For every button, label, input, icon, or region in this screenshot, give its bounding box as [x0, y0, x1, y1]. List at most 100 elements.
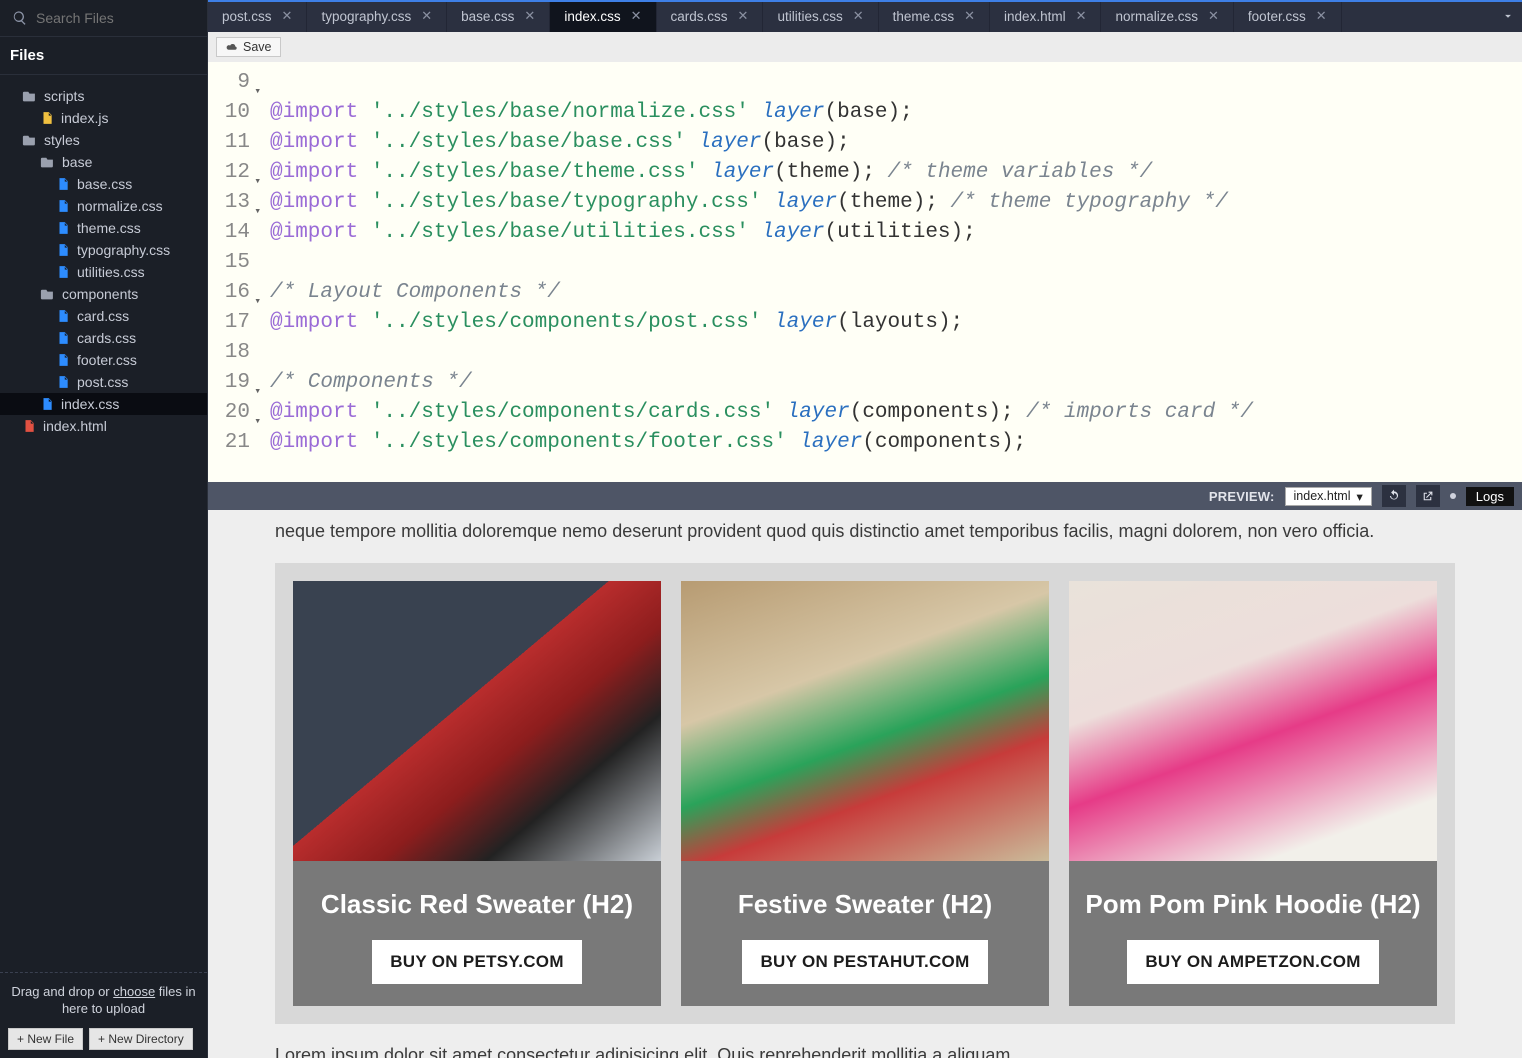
save-label: Save: [243, 40, 272, 54]
code-line[interactable]: [270, 68, 1522, 98]
cloud-icon: [225, 42, 238, 52]
close-icon[interactable]: ✕: [421, 8, 432, 24]
tree-item-label: index.html: [43, 418, 107, 434]
folder-scripts[interactable]: scripts: [0, 85, 207, 107]
close-icon[interactable]: ✕: [1208, 8, 1219, 24]
code-line[interactable]: @import '../styles/base/base.css' layer(…: [270, 128, 1522, 158]
close-icon[interactable]: ✕: [964, 8, 975, 24]
product-title: Pom Pom Pink Hoodie (H2): [1085, 889, 1420, 920]
folder-base[interactable]: base: [0, 151, 207, 173]
folder-icon: [22, 134, 37, 146]
logs-button[interactable]: Logs: [1466, 487, 1514, 506]
code-line[interactable]: @import '../styles/components/cards.css'…: [270, 398, 1522, 428]
fold-icon[interactable]: ▾: [254, 167, 261, 197]
code-line[interactable]: @import '../styles/base/typography.css' …: [270, 188, 1522, 218]
close-icon[interactable]: ✕: [1316, 8, 1327, 24]
code-line[interactable]: [270, 248, 1522, 278]
tab-post-css[interactable]: post.css✕: [208, 0, 307, 32]
sidebar: Files scriptsindex.jsstylesbasebase.cssn…: [0, 0, 208, 1058]
code-content[interactable]: @import '../styles/base/normalize.css' l…: [258, 62, 1522, 482]
close-icon[interactable]: ✕: [738, 8, 749, 24]
tab-index-css[interactable]: index.css✕: [550, 0, 656, 32]
tree-item-label: base: [62, 154, 92, 170]
sidebar-bottom: Drag and drop or choose files in here to…: [0, 972, 207, 1058]
fold-icon[interactable]: ▾: [254, 77, 261, 107]
file-index-css[interactable]: index.css: [0, 393, 207, 415]
file-base-css[interactable]: base.css: [0, 173, 207, 195]
buy-button[interactable]: BUY ON PETSY.COM: [372, 940, 582, 984]
product-image: [293, 581, 661, 861]
choose-link[interactable]: choose: [113, 984, 155, 999]
folder-components[interactable]: components: [0, 283, 207, 305]
file-normalize-css[interactable]: normalize.css: [0, 195, 207, 217]
buy-button[interactable]: BUY ON AMPETZON.COM: [1127, 940, 1378, 984]
folder-icon: [40, 288, 55, 300]
preview-file-select[interactable]: index.html ▾: [1285, 487, 1372, 506]
close-icon[interactable]: ✕: [524, 8, 535, 24]
file-cards-css[interactable]: cards.css: [0, 327, 207, 349]
file-index-html[interactable]: index.html: [0, 415, 207, 437]
code-editor[interactable]: 9▾101112▾13▾141516▾171819▾20▾21 @import …: [208, 62, 1522, 482]
code-line[interactable]: @import '../styles/base/normalize.css' l…: [270, 98, 1522, 128]
new-file-button[interactable]: + New File: [8, 1028, 83, 1050]
buy-button[interactable]: BUY ON PESTAHUT.COM: [742, 940, 987, 984]
close-icon[interactable]: ✕: [1076, 8, 1087, 24]
search-input[interactable]: [36, 10, 195, 26]
line-number: 19▾: [208, 368, 250, 398]
tab-utilities-css[interactable]: utilities.css ✕: [763, 0, 878, 32]
close-icon[interactable]: ✕: [631, 8, 642, 24]
tabs-overflow-button[interactable]: [1494, 0, 1522, 32]
open-external-button[interactable]: [1416, 485, 1440, 507]
fold-icon[interactable]: ▾: [254, 407, 261, 437]
tab-normalize-css[interactable]: normalize.css✕: [1101, 0, 1233, 32]
folder-styles[interactable]: styles: [0, 129, 207, 151]
drop-text-a: Drag and drop or: [11, 984, 113, 999]
preview-pane[interactable]: neque tempore mollitia doloremque nemo d…: [208, 510, 1522, 1058]
save-button[interactable]: Save: [216, 37, 281, 57]
code-line[interactable]: /* Layout Components */: [270, 278, 1522, 308]
file-index-js[interactable]: index.js: [0, 107, 207, 129]
code-line[interactable]: @import '../styles/base/utilities.css' l…: [270, 218, 1522, 248]
code-line[interactable]: @import '../styles/components/footer.css…: [270, 428, 1522, 458]
tree-item-label: post.css: [77, 374, 128, 390]
fold-icon[interactable]: ▾: [254, 377, 261, 407]
code-line[interactable]: @import '../styles/components/post.css' …: [270, 308, 1522, 338]
code-line[interactable]: [270, 338, 1522, 368]
cards-container: Classic Red Sweater (H2) BUY ON PETSY.COM…: [275, 563, 1455, 1024]
css-file-icon: [56, 243, 70, 257]
line-number: 9▾: [208, 68, 250, 98]
preview-bar: PREVIEW: index.html ▾ Logs: [208, 482, 1522, 510]
line-number: 21: [208, 428, 250, 458]
css-file-icon: [56, 309, 70, 323]
fold-icon[interactable]: ▾: [254, 287, 261, 317]
tab-footer-css[interactable]: footer.css✕: [1234, 0, 1342, 32]
tab-theme-css[interactable]: theme.css✕: [879, 0, 990, 32]
close-icon[interactable]: ✕: [853, 8, 864, 24]
tab-typography-css[interactable]: typography.css✕: [307, 0, 447, 32]
code-line[interactable]: /* Components */: [270, 368, 1522, 398]
file-card-css[interactable]: card.css: [0, 305, 207, 327]
line-number: 10: [208, 98, 250, 128]
css-file-icon: [56, 199, 70, 213]
file-post-css[interactable]: post.css: [0, 371, 207, 393]
refresh-button[interactable]: [1382, 485, 1406, 507]
tab-cards-css[interactable]: cards.css✕: [657, 0, 764, 32]
search-icon: [12, 10, 28, 26]
file-utilities-css[interactable]: utilities.css: [0, 261, 207, 283]
preview-paragraph-bottom: Lorem ipsum dolor sit amet consectetur a…: [255, 1034, 1475, 1058]
new-directory-button[interactable]: + New Directory: [89, 1028, 193, 1050]
tab-base-css[interactable]: base.css ✕: [447, 0, 550, 32]
product-title: Classic Red Sweater (H2): [321, 889, 633, 920]
fold-icon[interactable]: ▾: [254, 197, 261, 227]
file-typography-css[interactable]: typography.css: [0, 239, 207, 261]
file-footer-css[interactable]: footer.css: [0, 349, 207, 371]
file-theme-css[interactable]: theme.css: [0, 217, 207, 239]
code-line[interactable]: @import '../styles/base/theme.css' layer…: [270, 158, 1522, 188]
tree-item-label: utilities.css: [77, 264, 145, 280]
tab-label: base.css: [461, 9, 514, 24]
close-icon[interactable]: ✕: [282, 8, 293, 24]
caret-down-icon: ▾: [1357, 489, 1363, 504]
tab-index-html[interactable]: index.html✕: [990, 0, 1101, 32]
line-number: 11: [208, 128, 250, 158]
tab-label: utilities.css: [777, 9, 842, 24]
